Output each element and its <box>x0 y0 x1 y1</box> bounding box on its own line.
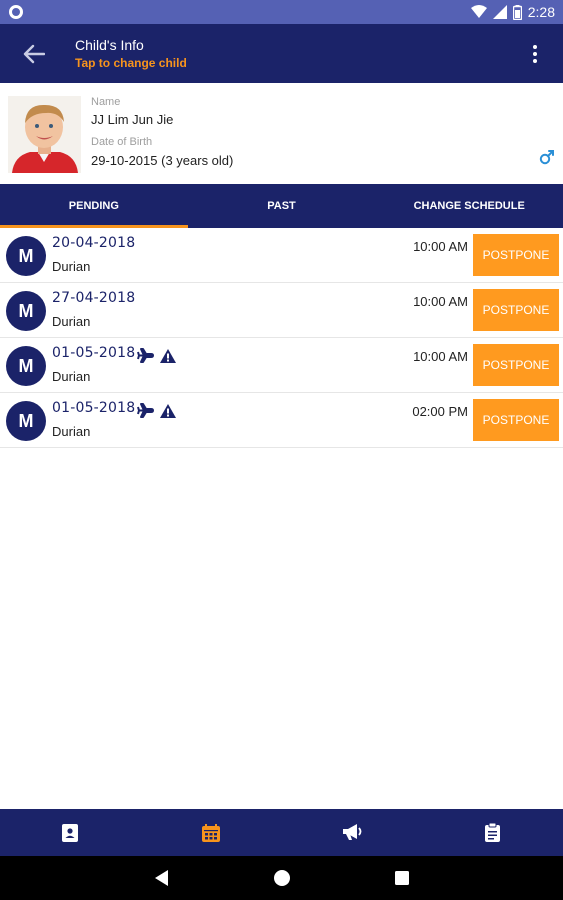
plane-icon <box>137 403 154 418</box>
tab-bar: PENDING PAST CHANGE SCHEDULE <box>0 184 563 228</box>
appointment-avatar: M <box>6 346 46 386</box>
system-recents-button[interactable] <box>392 868 412 888</box>
nav-child-profile[interactable] <box>0 809 141 856</box>
circle-home-icon <box>274 870 290 886</box>
app-title[interactable]: Child's Info <box>75 37 144 53</box>
appointment-avatar: M <box>6 291 46 331</box>
list-item[interactable]: M 27-04-2018 Durian 10:00 AM POSTPONE <box>0 283 563 338</box>
postpone-button[interactable]: POSTPONE <box>473 344 559 386</box>
male-icon <box>539 150 554 165</box>
back-button[interactable] <box>18 38 50 70</box>
name-label: Name <box>91 96 121 108</box>
postpone-button[interactable]: POSTPONE <box>473 234 559 276</box>
notification-icon <box>9 5 23 19</box>
tab-pending[interactable]: PENDING <box>0 184 188 228</box>
arrow-left-icon <box>23 44 45 64</box>
appointment-name: Durian <box>52 259 91 274</box>
megaphone-icon <box>342 824 362 840</box>
battery-icon <box>512 4 522 20</box>
child-info-card: Name JJ Lim Jun Jie Date of Birth 29-10-… <box>0 83 563 184</box>
status-bar: 2:28 <box>0 0 563 24</box>
app-bar: Child's Info Tap to change child <box>0 24 563 83</box>
screen: 2:28 Child's Info Tap to change child Na… <box>0 0 563 900</box>
appointment-flags <box>137 403 176 418</box>
signal-icon <box>492 5 507 19</box>
square-recents-icon <box>395 871 409 885</box>
wifi-icon <box>470 5 487 18</box>
appointment-avatar: M <box>6 236 46 276</box>
appointment-time: 10:00 AM <box>413 349 468 364</box>
plane-icon <box>137 348 154 363</box>
appointment-date: 27-04-2018 <box>52 290 136 306</box>
appointment-name: Durian <box>52 314 91 329</box>
appointment-date: 01-05-2018 <box>52 400 136 416</box>
change-child-link[interactable]: Tap to change child <box>75 56 187 70</box>
appointment-time: 10:00 AM <box>413 239 468 254</box>
appointment-date: 01-05-2018 <box>52 345 136 361</box>
overflow-menu-button[interactable] <box>523 40 547 68</box>
appointment-date: 20-04-2018 <box>52 235 136 251</box>
appointment-avatar: M <box>6 401 46 441</box>
status-time: 2:28 <box>527 4 555 20</box>
list-item[interactable]: M 01-05-2018 Durian 02:00 PM POSTPONE <box>0 393 563 448</box>
contact-card-icon <box>62 823 79 842</box>
nav-reports[interactable] <box>422 809 563 856</box>
appointment-time: 02:00 PM <box>412 404 468 419</box>
child-dob: 29-10-2015 (3 years old) <box>91 153 234 168</box>
tab-change-schedule[interactable]: CHANGE SCHEDULE <box>375 184 563 228</box>
system-back-button[interactable] <box>152 868 172 888</box>
system-nav-bar <box>0 856 563 900</box>
nav-schedule[interactable] <box>141 809 282 856</box>
postpone-button[interactable]: POSTPONE <box>473 399 559 441</box>
warning-icon <box>160 403 176 418</box>
list-item[interactable]: M 01-05-2018 Durian 10:00 AM POSTPONE <box>0 338 563 393</box>
calendar-icon <box>202 823 221 842</box>
appointment-list: M 20-04-2018 Durian 10:00 AM POSTPONE M … <box>0 228 563 448</box>
warning-icon <box>160 348 176 363</box>
status-icons: 2:28 <box>470 0 555 24</box>
clipboard-icon <box>485 823 501 842</box>
appointment-name: Durian <box>52 369 91 384</box>
child-photo <box>8 96 81 173</box>
bottom-nav <box>0 809 563 856</box>
postpone-button[interactable]: POSTPONE <box>473 289 559 331</box>
dob-label: Date of Birth <box>91 136 153 148</box>
appointment-time: 10:00 AM <box>413 294 468 309</box>
list-item[interactable]: M 20-04-2018 Durian 10:00 AM POSTPONE <box>0 228 563 283</box>
tab-past[interactable]: PAST <box>188 184 376 228</box>
appointment-name: Durian <box>52 424 91 439</box>
more-vert-icon <box>533 45 537 49</box>
child-name: JJ Lim Jun Jie <box>91 112 174 127</box>
nav-announcements[interactable] <box>282 809 423 856</box>
triangle-back-icon <box>155 870 168 886</box>
system-home-button[interactable] <box>272 868 292 888</box>
appointment-flags <box>137 348 176 363</box>
